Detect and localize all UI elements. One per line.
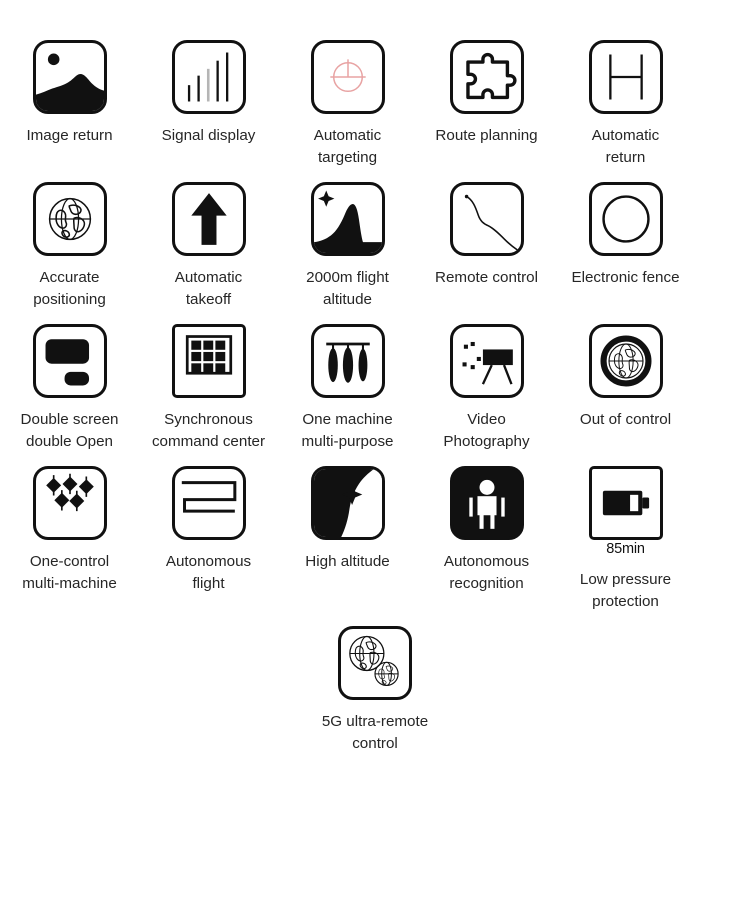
icon-wrap (310, 324, 385, 399)
feature-label: 5G ultra-remote control (321, 713, 429, 752)
feature-label: 2000m flight altitude (306, 269, 389, 308)
icon-wrap (588, 40, 663, 114)
icon-wrap (449, 324, 524, 399)
feature-row: 5G ultra-remote control (0, 612, 750, 754)
icon-wrap (449, 182, 524, 257)
high-altitude-icon (310, 466, 385, 541)
remote-control-icon (449, 182, 524, 257)
feature-item-one-machine-multi-purpose[interactable]: One machine multi-purpose (278, 310, 417, 452)
feature-label: Automatic return (591, 127, 660, 166)
icon-wrap (32, 182, 107, 257)
flight-altitude-icon (310, 182, 385, 257)
feature-label: Automatic targeting (313, 127, 382, 166)
feature-item-accurate-positioning[interactable]: Accurate positioning (0, 168, 139, 310)
feature-item-out-of-control[interactable]: Out of control (556, 310, 695, 431)
feature-label: Synchronous command center (151, 411, 266, 450)
feature-item-synchronous-command-center[interactable]: Synchronous command center (139, 310, 278, 452)
feature-label: Signal display (161, 127, 256, 144)
feature-item-remote-control[interactable]: Remote control (417, 168, 556, 289)
out-of-control-icon (588, 324, 663, 399)
icon-wrap (588, 182, 663, 257)
icon-wrap (449, 466, 524, 541)
feature-label: Autonomous flight (165, 553, 252, 593)
icon-wrap: 85min (588, 466, 663, 558)
feature-item-electronic-fence[interactable]: Electronic fence (556, 168, 695, 289)
feature-label: Image return (26, 127, 113, 144)
icon-wrap (32, 466, 107, 541)
feature-label: Autonomous recognition (443, 553, 530, 593)
icon-wrap (310, 40, 385, 114)
feature-item-automatic-targeting[interactable]: Automatic targeting (278, 40, 417, 168)
feature-row: Double screen double Open Synchronous com… (0, 310, 750, 452)
icon-wrap (171, 182, 246, 257)
feature-item-flight-altitude[interactable]: 2000m flight altitude (278, 168, 417, 310)
feature-item-automatic-return[interactable]: Automatic return (556, 40, 695, 168)
icon-wrap (32, 40, 107, 114)
feature-label: Electronic fence (571, 269, 680, 287)
image-return-icon (32, 40, 107, 114)
icon-wrap (310, 466, 385, 541)
synchronous-command-center-icon (171, 324, 246, 399)
autonomous-flight-icon (171, 466, 246, 541)
feature-item-five-g-remote-control[interactable]: 5G ultra-remote control (306, 612, 445, 754)
feature-item-high-altitude[interactable]: High altitude (278, 452, 417, 573)
feature-item-double-screen[interactable]: Double screen double Open (0, 310, 139, 452)
electronic-fence-icon (588, 182, 663, 257)
feature-item-signal-display[interactable]: Signal display (139, 40, 278, 147)
icon-wrap (338, 626, 412, 701)
icon-wrap (171, 40, 246, 114)
battery-duration-label: 85min (606, 541, 645, 558)
autonomous-recognition-icon (449, 466, 524, 541)
feature-label: Route planning (435, 127, 538, 144)
feature-item-automatic-takeoff[interactable]: Automatic takeoff (139, 168, 278, 310)
one-control-multi-machine-icon (32, 466, 107, 541)
feature-label: Out of control (579, 411, 672, 429)
feature-label: Low pressure protection (579, 571, 672, 610)
feature-label: Video Photography (443, 411, 530, 450)
feature-item-autonomous-recognition[interactable]: Autonomous recognition (417, 452, 556, 594)
video-photography-icon (449, 324, 524, 399)
automatic-takeoff-icon (171, 182, 246, 257)
icon-wrap (449, 40, 524, 114)
feature-grid: Image return Signal display Automatic targ… (0, 0, 750, 754)
feature-row: One-control multi-machine Autonomous flig… (0, 452, 750, 612)
double-screen-icon (32, 324, 107, 399)
signal-display-icon (171, 40, 246, 114)
icon-wrap (171, 324, 246, 399)
low-pressure-protection-icon (588, 466, 663, 541)
icon-wrap (32, 324, 107, 399)
accurate-positioning-icon (32, 182, 107, 257)
icon-wrap (310, 182, 385, 257)
automatic-return-icon (588, 40, 663, 114)
feature-label: Remote control (435, 269, 538, 287)
feature-item-one-control-multi-machine[interactable]: One-control multi-machine (0, 452, 139, 594)
feature-label: Double screen double Open (20, 411, 119, 450)
feature-label: Automatic takeoff (174, 269, 243, 308)
icon-wrap (171, 466, 246, 541)
feature-item-route-planning[interactable]: Route planning (417, 40, 556, 147)
feature-label: One machine multi-purpose (301, 411, 394, 450)
feature-label: High altitude (305, 553, 390, 571)
feature-item-low-pressure-protection[interactable]: 85min Low pressure protection (556, 452, 695, 612)
icon-wrap (588, 324, 663, 399)
feature-item-video-photography[interactable]: Video Photography (417, 310, 556, 452)
feature-row: Accurate positioning Automatic takeoff 200… (0, 168, 750, 310)
feature-label: Accurate positioning (33, 269, 106, 308)
route-planning-icon (449, 40, 524, 114)
feature-label: One-control multi-machine (22, 553, 117, 593)
feature-row: Image return Signal display Automatic targ… (0, 40, 750, 168)
feature-item-autonomous-flight[interactable]: Autonomous flight (139, 452, 278, 594)
one-machine-multi-purpose-icon (310, 324, 385, 399)
five-g-remote-control-icon (338, 626, 412, 701)
feature-item-image-return[interactable]: Image return (0, 40, 139, 147)
automatic-targeting-icon (310, 40, 385, 114)
